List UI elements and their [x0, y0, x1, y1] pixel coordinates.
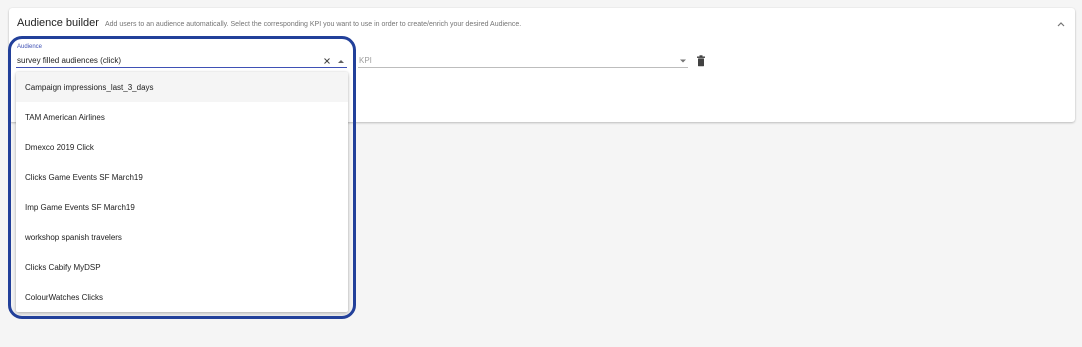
dropdown-option[interactable]: Campaign impressions_last_3_days	[16, 72, 348, 102]
trash-icon[interactable]	[696, 55, 706, 67]
audience-label: Audience	[17, 44, 43, 50]
dropdown-option[interactable]: Clicks Cabify MyDSP	[16, 252, 348, 282]
chevron-up-icon[interactable]	[1056, 19, 1066, 29]
card-description: Add users to an audience automatically. …	[104, 21, 522, 28]
dropdown-option[interactable]: TAM American Airlines	[16, 102, 348, 132]
kpi-underline	[358, 67, 688, 68]
audience-dropdown-menu: Campaign impressions_last_3_days TAM Ame…	[16, 72, 348, 312]
close-icon[interactable]	[322, 56, 332, 66]
card-title: Audience builder	[17, 17, 99, 29]
dropdown-option[interactable]: Dmexco 2019 Click	[16, 132, 348, 162]
arrow-drop-down-icon[interactable]	[679, 58, 687, 64]
audience-underline	[16, 67, 347, 68]
arrow-drop-up-icon[interactable]	[337, 58, 345, 64]
dropdown-option[interactable]: workshop spanish travelers	[16, 222, 348, 252]
card-header: Audience builder Add users to an audienc…	[17, 17, 521, 29]
dropdown-option[interactable]: Imp Game Events SF March19	[16, 192, 348, 222]
dropdown-option[interactable]: ColourWatches Clicks	[16, 282, 348, 312]
audience-input[interactable]: survey filled audiences (click)	[17, 56, 121, 65]
dropdown-option[interactable]: Clicks Game Events SF March19	[16, 162, 348, 192]
kpi-placeholder[interactable]: KPI	[359, 56, 372, 65]
